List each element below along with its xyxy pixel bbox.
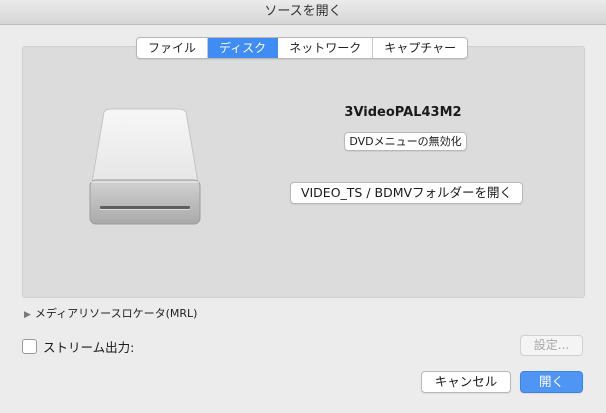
cancel-button[interactable]: キャンセル — [421, 371, 511, 393]
tab-disc[interactable]: ディスク — [208, 38, 279, 58]
stream-output-row: ストリーム出力: — [22, 337, 134, 356]
stream-output-label[interactable]: ストリーム出力: — [43, 337, 134, 356]
tab-file[interactable]: ファイル — [137, 38, 209, 58]
tab-capture[interactable]: キャプチャー — [373, 38, 467, 58]
stream-settings-button[interactable]: 設定... — [520, 335, 583, 356]
mrl-disclosure[interactable]: ▶ メディアリソースロケータ(MRL) — [24, 305, 197, 321]
window-title-bar: ソースを開く — [0, 0, 606, 25]
source-tabs: ファイル ディスク ネットワーク キャプチャー — [136, 37, 469, 59]
open-video-ts-folder-button[interactable]: VIDEO_TS / BDMVフォルダーを開く — [290, 182, 523, 204]
mrl-label: メディアリソースロケータ(MRL) — [34, 307, 198, 320]
stream-output-checkbox[interactable] — [22, 339, 37, 354]
disc-name: 3VideoPAL43M2 — [344, 105, 462, 120]
external-drive-icon — [86, 108, 204, 228]
tab-network[interactable]: ネットワーク — [278, 38, 374, 58]
open-button[interactable]: 開く — [520, 371, 583, 393]
disclosure-triangle-icon[interactable]: ▶ — [24, 310, 31, 320]
window-title: ソースを開く — [264, 4, 342, 19]
disable-dvd-menu-button[interactable]: DVDメニューの無効化 — [344, 132, 467, 151]
